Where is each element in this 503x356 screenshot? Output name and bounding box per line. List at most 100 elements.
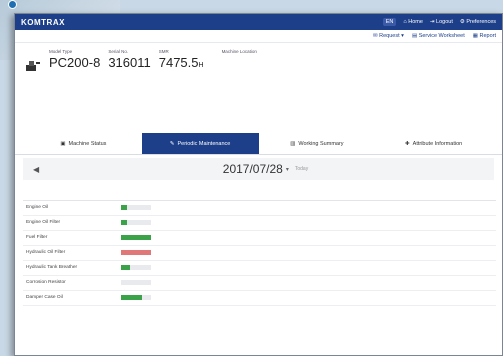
last-replacement-date: [198, 215, 278, 231]
report-link[interactable]: ▦ Report: [473, 33, 496, 39]
progress-bar: [121, 220, 151, 225]
car-icon: ▣: [60, 140, 66, 147]
report-link-label: Report: [479, 33, 496, 39]
column-header: [23, 186, 118, 201]
last-replacement-smr: [278, 290, 373, 306]
serial-block: Serial No. 316011: [108, 49, 150, 70]
tab-attribute-information-label: Attribute Information: [412, 140, 463, 147]
next-replacement-smr: [373, 275, 496, 291]
interval-cell: [118, 230, 198, 246]
date-selector[interactable]: 2017/07/28: [223, 162, 283, 176]
preferences-link-label: Preferences: [466, 19, 496, 25]
previous-date-button[interactable]: ◀: [33, 165, 47, 174]
progress-bar-fill: [121, 250, 151, 255]
table-row[interactable]: Engine Oil Filter: [23, 215, 496, 231]
next-replacement-smr: [373, 245, 496, 261]
table-row[interactable]: Damper Case Oil: [23, 290, 496, 306]
smr-label: SMR: [158, 49, 169, 54]
top-navigation-bar: KOMTRAX EN ⌂ Home ⇥ Logout ⚙ Preferences: [15, 14, 502, 30]
request-link[interactable]: ✉ Request ▾: [373, 33, 404, 39]
last-replacement-date: [198, 290, 278, 306]
last-replacement-smr: [278, 200, 373, 216]
last-replacement-smr: [278, 230, 373, 246]
tag-icon: ✚: [405, 140, 410, 147]
tab-working-summary[interactable]: ▥ Working Summary: [259, 133, 376, 154]
table-row[interactable]: Fuel Filter: [23, 230, 496, 246]
service-worksheet-link-label: Service Worksheet: [418, 33, 465, 39]
tab-machine-status[interactable]: ▣ Machine Status: [25, 133, 142, 154]
logout-link[interactable]: ⇥ Logout: [430, 19, 453, 25]
table-body: Engine Oil Engine Oil Filter Fuel Filter Hy…: [23, 200, 496, 306]
column-header: [198, 186, 278, 201]
chart-icon: ▥: [290, 140, 296, 147]
progress-bar-fill: [121, 295, 142, 300]
serial-label: Serial No.: [108, 49, 129, 54]
tab-machine-status-label: Machine Status: [68, 140, 107, 147]
column-header: [373, 186, 496, 201]
item-name: Hydraulic Tank Breather: [23, 260, 118, 276]
last-replacement-smr: [278, 245, 373, 261]
service-worksheet-link[interactable]: ▤ Service Worksheet: [412, 33, 465, 39]
progress-bar: [121, 280, 151, 285]
item-name: Fuel Filter: [23, 230, 118, 246]
today-button[interactable]: Today: [295, 166, 308, 172]
last-replacement-date: [198, 200, 278, 216]
wrench-icon: ✎: [169, 140, 175, 147]
interval-cell: [118, 200, 198, 216]
chevron-down-icon[interactable]: ▾: [286, 166, 289, 173]
model-label: Model Type: [49, 49, 73, 54]
tab-attribute-information[interactable]: ✚ Attribute Information: [375, 133, 492, 154]
logout-link-label: Logout: [436, 19, 453, 25]
tab-strip: ▣ Machine Status ✎ Periodic Maintenance …: [15, 133, 502, 155]
location-block: Machine Location: [222, 49, 257, 55]
last-replacement-smr: [278, 215, 373, 231]
smr-number: 7475.5: [158, 55, 199, 70]
machine-header: Model Type PC200-8 Serial No. 316011 SMR…: [15, 43, 502, 93]
interval-cell: [118, 275, 198, 291]
interval-cell: [118, 260, 198, 276]
progress-bar: [121, 295, 151, 300]
preferences-link[interactable]: ⚙ Preferences: [460, 19, 496, 25]
progress-bar: [121, 250, 151, 255]
smr-unit: H: [198, 62, 204, 69]
map-pin-icon[interactable]: [8, 0, 17, 9]
machine-icon: [26, 61, 40, 71]
table-row[interactable]: Hydraulic Tank Breather: [23, 260, 496, 276]
last-replacement-smr: [278, 275, 373, 291]
komtrax-window: KOMTRAX EN ⌂ Home ⇥ Logout ⚙ Preferences…: [14, 13, 503, 356]
tab-periodic-maintenance-label: Periodic Maintenance: [177, 140, 231, 147]
item-name: Engine Oil: [23, 200, 118, 216]
top-links: EN ⌂ Home ⇥ Logout ⚙ Preferences: [382, 18, 496, 26]
next-replacement-smr: [373, 200, 496, 216]
interval-cell: [118, 215, 198, 231]
interval-cell: [118, 290, 198, 306]
serial-value: 316011: [108, 55, 151, 70]
tab-working-summary-label: Working Summary: [298, 140, 344, 147]
action-bar: ✉ Request ▾ ▤ Service Worksheet ▦ Report: [15, 30, 502, 43]
tab-periodic-maintenance[interactable]: ✎ Periodic Maintenance: [141, 133, 259, 154]
model-value: PC200-8: [49, 55, 101, 70]
column-header: [278, 186, 373, 201]
table-row[interactable]: Corrosion Resistor: [23, 275, 496, 291]
smr-block: SMR 7475.5H: [159, 49, 204, 70]
table-header-row: [23, 186, 496, 201]
home-link-label: Home: [408, 19, 423, 25]
column-header: [118, 186, 198, 201]
last-replacement-date: [198, 260, 278, 276]
progress-bar: [121, 205, 151, 210]
smr-value: 7475.5H: [159, 55, 204, 70]
last-replacement-date: [198, 230, 278, 246]
last-replacement-date: [198, 245, 278, 261]
item-name: Damper Case Oil: [23, 290, 118, 306]
progress-bar-fill: [121, 205, 127, 210]
item-name: Engine Oil Filter: [23, 215, 118, 231]
home-link[interactable]: ⌂ Home: [403, 19, 423, 25]
language-selector[interactable]: EN: [382, 18, 397, 26]
item-name: Corrosion Resistor: [23, 275, 118, 291]
location-label: Machine Location: [221, 49, 257, 54]
model-block: Model Type PC200-8: [49, 49, 100, 70]
table-row[interactable]: Engine Oil: [23, 200, 496, 216]
table-row[interactable]: Hydraulic Oil Filter: [23, 245, 496, 261]
last-replacement-date: [198, 275, 278, 291]
machine-info-block: [15, 93, 502, 133]
